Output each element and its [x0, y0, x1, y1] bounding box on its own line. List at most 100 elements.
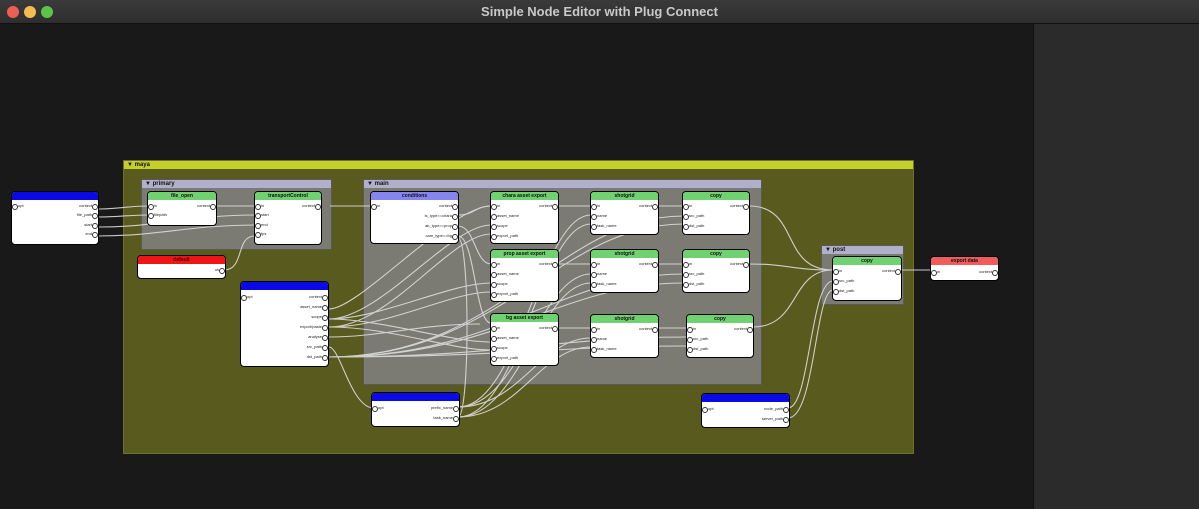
plug-context[interactable]: context — [539, 203, 558, 210]
plug-in[interactable]: in — [371, 203, 380, 210]
plug-in[interactable]: in — [148, 203, 157, 210]
node-copy-3[interactable]: copy in context src_path dst_path — [686, 314, 754, 358]
plug-context[interactable]: context — [639, 326, 658, 333]
node-chara-asset-export[interactable]: chara asset export in context asset_name… — [490, 191, 559, 244]
plug-context[interactable]: context — [539, 261, 558, 268]
plug-dst-path[interactable]: dst_path — [687, 346, 708, 353]
plug-is-prop[interactable]: ab_type==prop — [425, 223, 458, 230]
plug-socket[interactable] — [552, 204, 558, 210]
plug-socket[interactable] — [833, 269, 839, 275]
plug-context[interactable]: context — [309, 294, 328, 301]
plug-socket[interactable] — [255, 204, 261, 210]
plug-task-name[interactable]: task_name — [591, 346, 617, 353]
plug-socket[interactable] — [219, 268, 225, 274]
plug-scope[interactable]: scope — [491, 223, 508, 230]
plug-socket[interactable] — [453, 416, 459, 422]
plug-socket[interactable] — [591, 204, 597, 210]
node-prop-asset-export-header[interactable]: prop asset export — [491, 250, 558, 258]
plug-context[interactable]: context — [79, 203, 98, 210]
plug-socket[interactable] — [683, 204, 689, 210]
plug-start[interactable]: start — [84, 222, 98, 229]
node-shotgrid-2[interactable]: shotgrid in context name task_name — [590, 249, 659, 293]
plug-socket[interactable] — [702, 407, 708, 413]
plug-src-path[interactable]: src_path — [687, 336, 708, 343]
node-asset-params[interactable]: opt context asset_name scope export/past… — [240, 281, 329, 367]
plug-socket[interactable] — [148, 213, 154, 219]
node-shotgrid-1[interactable]: shotgrid in context name task_name — [590, 191, 659, 235]
node-copy-2-header[interactable]: copy — [683, 250, 749, 258]
plug-opt[interactable]: opt — [372, 405, 384, 412]
plug-context[interactable]: context — [979, 269, 998, 276]
plug-task-name[interactable]: task_name — [591, 223, 617, 230]
plug-src-path[interactable]: src_path — [683, 213, 704, 220]
node-shotgrid-2-header[interactable]: shotgrid — [591, 250, 658, 258]
plug-socket[interactable] — [743, 262, 749, 268]
plug-name[interactable]: name — [591, 271, 607, 278]
plug-socket[interactable] — [591, 272, 597, 278]
plug-socket[interactable] — [210, 204, 216, 210]
plug-socket[interactable] — [687, 327, 693, 333]
node-conditions[interactable]: conditions in context is_type==chara ab_… — [370, 191, 459, 244]
plug-socket[interactable] — [491, 272, 497, 278]
node-path-params-header[interactable] — [372, 393, 459, 401]
plug-socket[interactable] — [453, 406, 459, 412]
plug-fps[interactable]: fps — [255, 231, 266, 238]
plug-socket[interactable] — [591, 214, 597, 220]
plug-socket[interactable] — [652, 262, 658, 268]
plug-context[interactable]: context — [639, 203, 658, 210]
node-copy-3-header[interactable]: copy — [687, 315, 753, 323]
plug-socket[interactable] — [491, 346, 497, 352]
plug-export-path[interactable]: export_path — [491, 291, 518, 298]
plug-socket[interactable] — [743, 204, 749, 210]
plug-context[interactable]: context — [730, 203, 749, 210]
node-export-data[interactable]: export data in context — [930, 256, 999, 281]
plug-socket[interactable] — [552, 262, 558, 268]
plug-in[interactable]: in — [591, 203, 600, 210]
plug-context[interactable]: context — [730, 261, 749, 268]
plug-is-bg[interactable]: cam_type==bg — [426, 233, 458, 240]
node-post-copy-header[interactable]: copy — [833, 257, 901, 265]
plug-in[interactable]: in — [833, 268, 842, 275]
plug-in[interactable]: in — [931, 269, 940, 276]
node-server-params-header[interactable] — [702, 394, 789, 402]
plug-scope[interactable]: scope — [311, 314, 328, 321]
plug-socket[interactable] — [833, 289, 839, 295]
plug-end[interactable]: end — [255, 222, 268, 229]
plug-asset-name[interactable]: asset_name — [491, 271, 519, 278]
plug-socket[interactable] — [92, 204, 98, 210]
plug-socket[interactable] — [683, 224, 689, 230]
plug-socket[interactable] — [687, 347, 693, 353]
plug-socket[interactable] — [315, 204, 321, 210]
node-post-copy[interactable]: copy in context src_path dst_path — [832, 256, 902, 301]
node-prop-asset-export[interactable]: prop asset export in context asset_name … — [490, 249, 559, 302]
node-server-params[interactable]: opt node_path server_path — [701, 393, 790, 428]
node-bg-asset-export[interactable]: bg asset export in context asset_name sc… — [490, 313, 559, 366]
plug-socket[interactable] — [92, 232, 98, 238]
plug-socket[interactable] — [491, 214, 497, 220]
plug-socket[interactable] — [783, 417, 789, 423]
plug-socket[interactable] — [322, 315, 328, 321]
plug-context[interactable]: context — [302, 203, 321, 210]
node-shotgrid-3[interactable]: shotgrid in context name task_name — [590, 314, 659, 358]
plug-opt[interactable]: opt — [241, 294, 253, 301]
plug-socket[interactable] — [591, 327, 597, 333]
plug-in[interactable]: in — [255, 203, 264, 210]
plug-analyse[interactable]: analyse — [308, 334, 328, 341]
plug-socket[interactable] — [591, 262, 597, 268]
node-asset-params-header[interactable] — [241, 282, 328, 290]
plug-socket[interactable] — [683, 262, 689, 268]
plug-file-path[interactable]: file_path — [77, 212, 98, 219]
plug-socket[interactable] — [491, 234, 497, 240]
plug-socket[interactable] — [148, 204, 154, 210]
plug-is-chara[interactable]: is_type==chara — [425, 213, 458, 220]
plug-socket[interactable] — [591, 282, 597, 288]
plug-socket[interactable] — [322, 335, 328, 341]
plug-export-path[interactable]: export_path — [491, 355, 518, 362]
plug-scope[interactable]: scope — [491, 345, 508, 352]
plug-context[interactable]: context — [197, 203, 216, 210]
plug-socket[interactable] — [452, 224, 458, 230]
plug-ok[interactable]: ok — [215, 267, 225, 274]
node-default-header[interactable]: default — [138, 256, 225, 264]
node-file-open-header[interactable]: file_open — [148, 192, 216, 200]
plug-socket[interactable] — [747, 327, 753, 333]
